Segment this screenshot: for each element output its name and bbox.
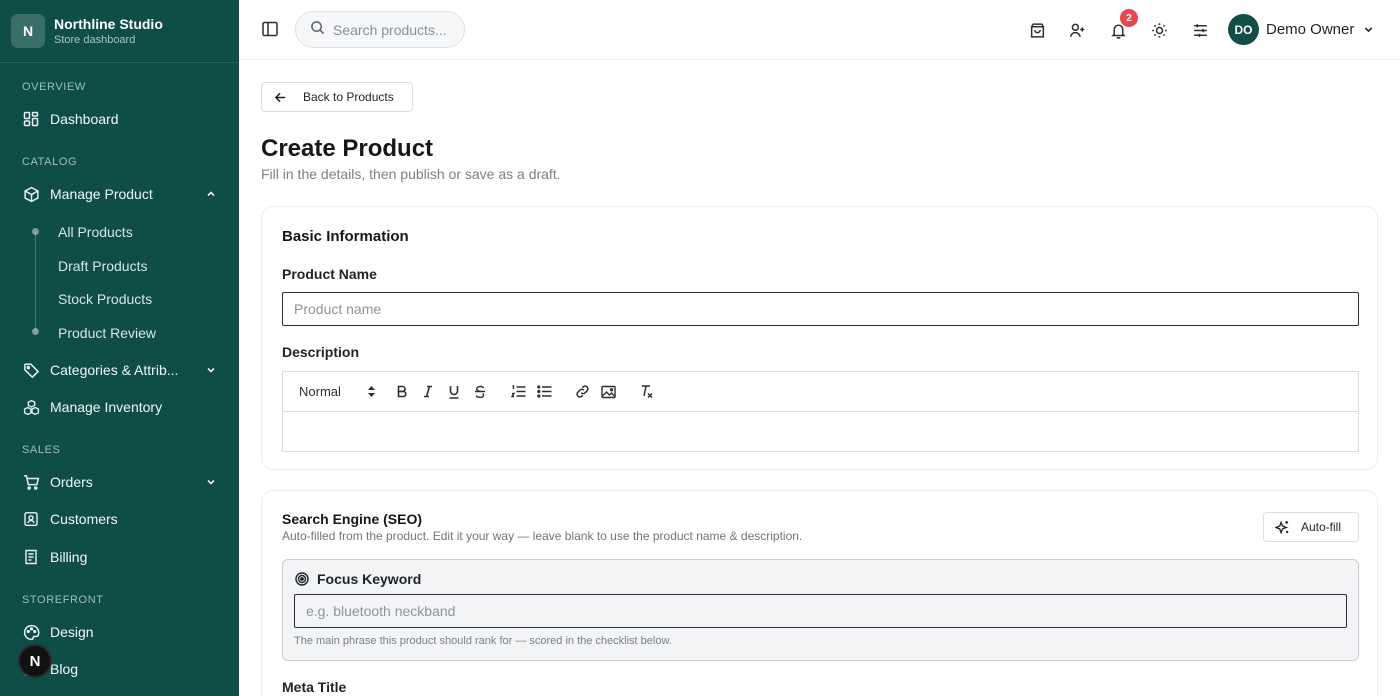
sidebar-item-customers[interactable]: Customers: [22, 505, 218, 533]
contact-icon: [22, 510, 40, 528]
sidebar-item-label: Dashboard: [50, 111, 119, 127]
topbar: 2 DO Demo Owner: [239, 0, 1400, 60]
product-name-label: Product Name: [282, 266, 377, 282]
chevron-down-icon: [1362, 23, 1376, 37]
search-input[interactable]: [333, 21, 453, 38]
submenu-guide: [35, 232, 36, 332]
seo-subtitle: Auto-filled from the product. Edit it yo…: [282, 529, 803, 543]
section-overview: OVERVIEW: [22, 81, 86, 93]
palette-icon: [22, 623, 40, 641]
bullet-list-icon[interactable]: [531, 381, 557, 403]
sidebar-item-label: Categories & Attrib...: [50, 362, 179, 378]
submenu-dot: [32, 328, 39, 335]
sidebar-item-label: Billing: [50, 549, 88, 565]
sidebar-toggle-icon[interactable]: [261, 20, 279, 38]
sidebar-item-label: Orders: [50, 474, 93, 490]
sidebar: N Northline Studio Store dashboard OVERV…: [0, 0, 239, 696]
sidebar-item-design[interactable]: Design: [22, 618, 218, 646]
sidebar-item-label: Customers: [50, 511, 118, 527]
user-menu[interactable]: DO Demo Owner: [1228, 14, 1376, 45]
ordered-list-icon[interactable]: [505, 381, 531, 403]
chevron-down-icon[interactable]: [204, 475, 218, 489]
sidebar-subitem-all-products[interactable]: All Products: [58, 224, 133, 240]
sun-icon[interactable]: [1149, 20, 1169, 40]
product-name-input[interactable]: [282, 292, 1359, 326]
sidebar-item-orders[interactable]: Orders: [22, 468, 218, 496]
assistant-launcher-button[interactable]: N: [18, 644, 52, 678]
auto-fill-button[interactable]: Auto-fill: [1263, 512, 1359, 542]
sidebar-item-label: Manage Product: [50, 186, 153, 202]
sidebar-item-manage-inventory[interactable]: Manage Inventory: [22, 393, 218, 421]
basic-information-card: Basic Information Product Name Descripti…: [261, 206, 1378, 470]
focus-keyword-help: The main phrase this product should rank…: [294, 635, 672, 647]
brand-logo: N: [11, 14, 45, 48]
arrow-left-icon: [274, 90, 288, 104]
search-box[interactable]: [295, 11, 465, 48]
image-icon[interactable]: [595, 381, 621, 403]
submenu-dot: [32, 228, 39, 235]
sidebar-subitem-stock-products[interactable]: Stock Products: [58, 291, 152, 307]
seo-card: Search Engine (SEO) Auto-filled from the…: [261, 490, 1378, 696]
back-button-label: Back to Products: [303, 90, 394, 104]
focus-keyword-label: Focus Keyword: [317, 571, 422, 587]
boxes-icon: [22, 398, 40, 416]
avatar: DO: [1228, 14, 1259, 45]
sidebar-item-label: Blog: [50, 661, 79, 677]
meta-title-label: Meta Title: [282, 679, 347, 695]
description-label: Description: [282, 344, 360, 360]
seo-title: Search Engine (SEO): [282, 511, 423, 527]
sidebar-item-dashboard[interactable]: Dashboard: [22, 105, 218, 133]
brand[interactable]: N Northline Studio Store dashboard: [0, 0, 239, 63]
receipt-icon: [22, 548, 40, 566]
store-bag-icon[interactable]: [1027, 20, 1047, 40]
text-format-select[interactable]: Normal: [299, 384, 377, 399]
user-name: Demo Owner: [1266, 21, 1355, 38]
focus-keyword-panel: Focus Keyword The main phrase this produ…: [282, 559, 1359, 661]
back-to-products-button[interactable]: Back to Products: [261, 82, 413, 112]
sparkles-icon: [1275, 519, 1291, 535]
focus-keyword-input[interactable]: [294, 594, 1347, 628]
updown-icon: [367, 385, 377, 399]
notification-badge: 2: [1120, 9, 1138, 27]
text-format-value: Normal: [299, 384, 341, 399]
section-sales: SALES: [22, 444, 61, 456]
focus-keyword-heading: Focus Keyword: [295, 571, 421, 587]
auto-fill-label: Auto-fill: [1301, 520, 1342, 534]
italic-icon[interactable]: [415, 381, 441, 403]
sidebar-item-billing[interactable]: Billing: [22, 543, 218, 571]
cart-icon: [22, 473, 40, 491]
chevron-up-icon[interactable]: [204, 187, 218, 201]
sidebar-item-label: Manage Inventory: [50, 399, 163, 415]
strikethrough-icon[interactable]: [467, 381, 493, 403]
underline-icon[interactable]: [441, 381, 467, 403]
page-title: Create Product: [261, 135, 434, 162]
sidebar-item-label: Design: [50, 624, 94, 640]
brand-name: Northline Studio: [54, 15, 163, 32]
search-icon: [310, 20, 325, 40]
package-icon: [22, 185, 40, 203]
settings-sliders-icon[interactable]: [1190, 20, 1210, 40]
tag-icon: [22, 361, 40, 379]
sidebar-item-manage-product[interactable]: Manage Product: [22, 180, 218, 208]
bold-icon[interactable]: [389, 381, 415, 403]
target-icon: [295, 572, 309, 586]
basic-information-title: Basic Information: [282, 228, 409, 245]
section-storefront: STOREFRONT: [22, 594, 104, 606]
chevron-down-icon[interactable]: [204, 363, 218, 377]
description-editor: Normal: [282, 371, 1359, 452]
section-catalog: CATALOG: [22, 156, 78, 168]
link-icon[interactable]: [569, 381, 595, 403]
page-subtitle: Fill in the details, then publish or sav…: [261, 166, 561, 182]
dashboard-icon: [22, 110, 40, 128]
sidebar-subitem-product-review[interactable]: Product Review: [58, 325, 156, 341]
add-user-icon[interactable]: [1067, 20, 1087, 40]
editor-toolbar: Normal: [283, 372, 1358, 412]
sidebar-subitem-draft-products[interactable]: Draft Products: [58, 258, 147, 274]
clear-formatting-icon[interactable]: [633, 381, 659, 403]
description-editor-area[interactable]: [283, 412, 1358, 452]
brand-subtitle: Store dashboard: [54, 33, 136, 46]
sidebar-item-categories[interactable]: Categories & Attrib...: [22, 356, 218, 384]
